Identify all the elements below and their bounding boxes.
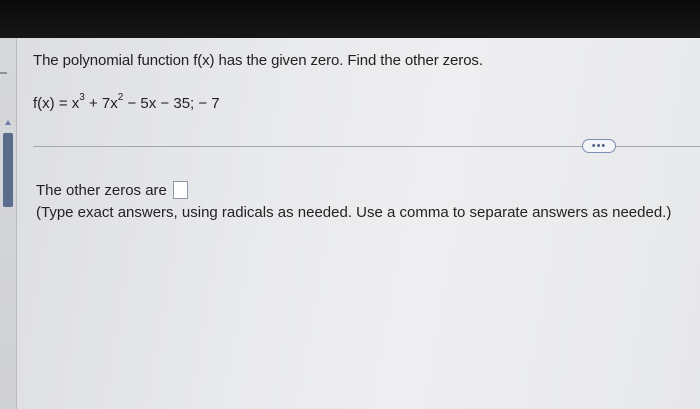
section-divider-right bbox=[616, 146, 700, 147]
function-lhs: f(x) = x bbox=[33, 95, 80, 112]
scroll-up-arrow-icon[interactable] bbox=[5, 120, 11, 125]
answer-input[interactable] bbox=[172, 181, 188, 199]
section-divider bbox=[33, 146, 583, 147]
answer-line: The other zeros are bbox=[36, 181, 188, 199]
left-rail bbox=[0, 38, 16, 409]
answer-instructions: (Type exact answers, using radicals as n… bbox=[36, 204, 672, 221]
polynomial-function: f(x) = x3 + 7x2 − 5x − 35; − 7 bbox=[33, 92, 220, 112]
function-rest: − 5x − 35; − 7 bbox=[123, 95, 220, 112]
answer-label: The other zeros are bbox=[36, 181, 167, 199]
more-options-button[interactable]: ••• bbox=[582, 139, 616, 153]
function-term-2: + 7x bbox=[84, 95, 118, 112]
exponent-3: 3 bbox=[79, 92, 85, 103]
rail-divider bbox=[16, 38, 17, 409]
top-bar bbox=[0, 0, 700, 38]
question-prompt: The polynomial function f(x) has the giv… bbox=[33, 52, 483, 69]
scrollbar-thumb[interactable] bbox=[3, 133, 13, 207]
rail-marker bbox=[0, 72, 7, 74]
exponent-2: 2 bbox=[117, 92, 124, 103]
